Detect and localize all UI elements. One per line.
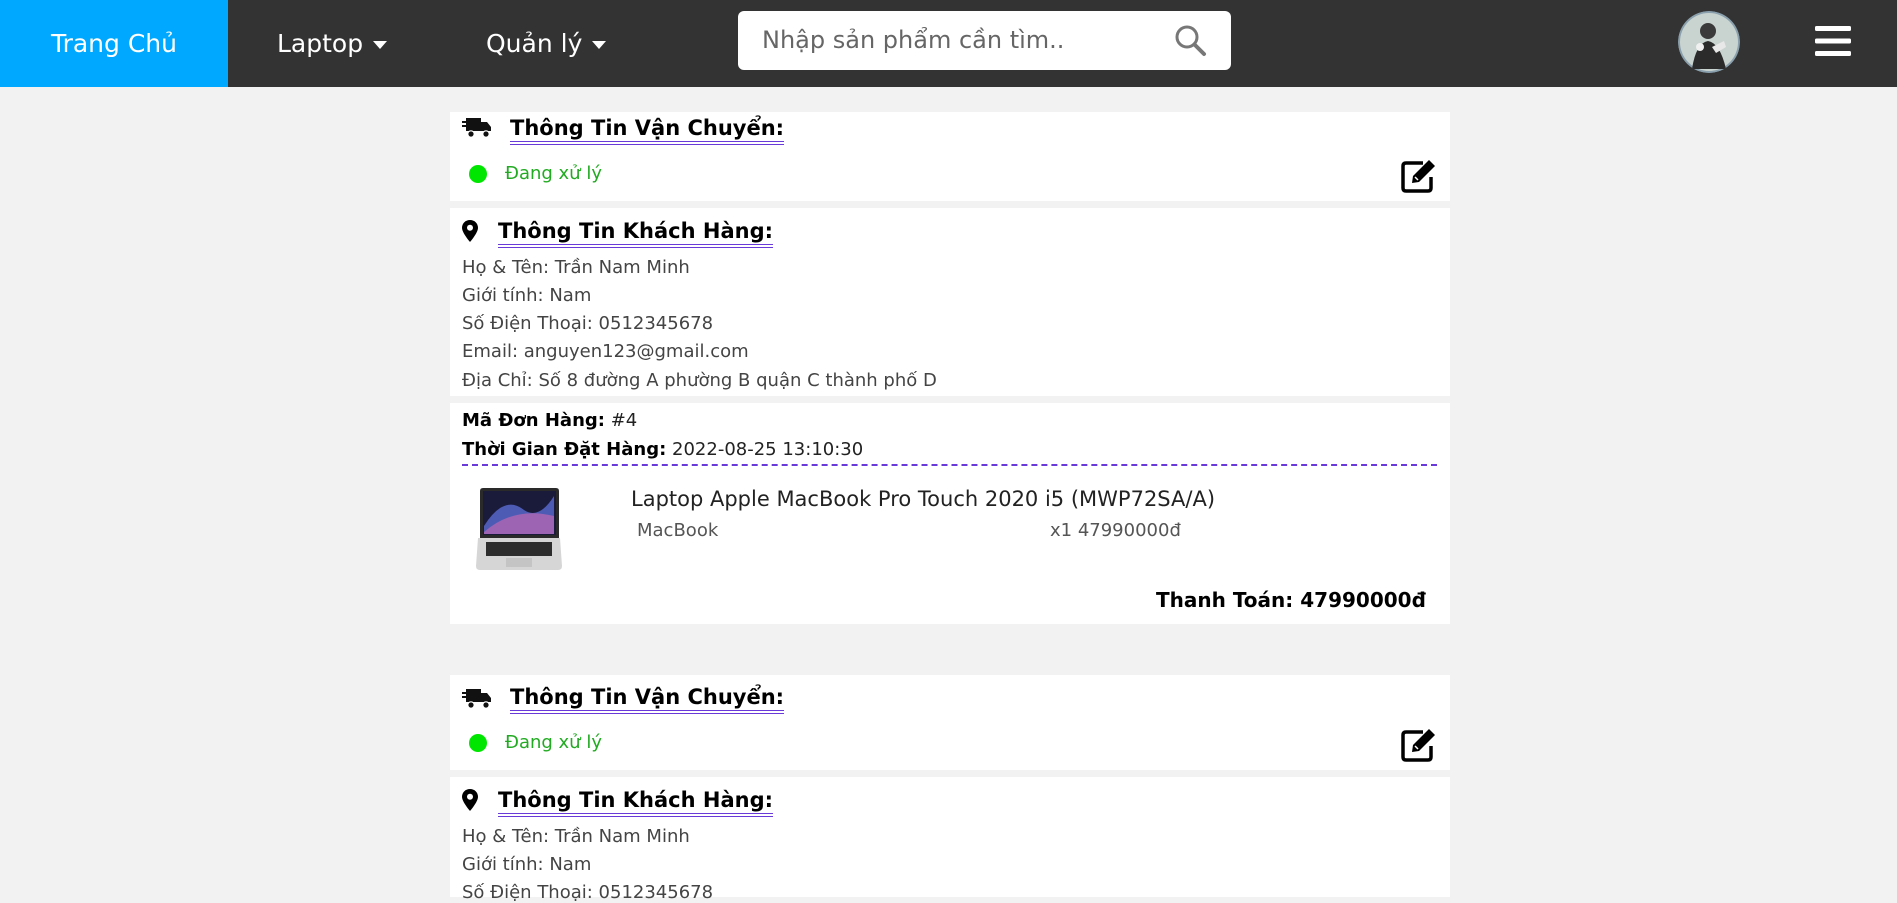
customer-phone: Số Điện Thoại: 0512345678 <box>462 882 714 903</box>
laptop-image[interactable] <box>474 486 564 576</box>
status-dot <box>469 734 487 752</box>
caret-down-icon <box>373 41 388 49</box>
status-text: Đang xử lý <box>505 732 602 753</box>
edit-icon[interactable] <box>1400 728 1438 766</box>
customer-email: Email: anguyen123@gmail.com <box>462 341 749 362</box>
shipping-title: Thông Tin Vận Chuyển: <box>510 685 785 714</box>
nav-manage-label: Quản lý <box>486 29 583 58</box>
search-input[interactable] <box>760 21 1164 59</box>
shipping-title: Thông Tin Vận Chuyển: <box>510 116 785 145</box>
nav-home[interactable]: Trang Chủ <box>0 0 228 87</box>
customer-gender: Giới tính: Nam <box>462 854 592 875</box>
status-text: Đang xử lý <box>505 163 602 184</box>
order-detail-panel: Mã Đơn Hàng: #4 Thời Gian Đặt Hàng: 2022… <box>450 403 1450 624</box>
nav-laptop-dropdown[interactable]: Laptop <box>277 0 388 87</box>
map-marker-icon <box>462 789 478 815</box>
status-dot <box>469 165 487 183</box>
customer-phone: Số Điện Thoại: 0512345678 <box>462 313 714 334</box>
customer-panel: Thông Tin Khách Hàng: Họ & Tên: Trần Nam… <box>450 208 1450 396</box>
user-avatar[interactable] <box>1678 11 1740 73</box>
order-time-value: 2022-08-25 13:10:30 <box>672 439 864 460</box>
customer-name: Họ & Tên: Trần Nam Minh <box>462 257 690 278</box>
search-icon[interactable] <box>1173 23 1207 61</box>
customer-name: Họ & Tên: Trần Nam Minh <box>462 826 690 847</box>
search-box <box>738 11 1231 70</box>
total-payment: Thanh Toán: 47990000đ <box>1156 588 1426 612</box>
order-id-value: #4 <box>610 410 638 431</box>
customer-gender: Giới tính: Nam <box>462 285 592 306</box>
shipping-panel: Thông Tin Vận Chuyển: Đang xử lý <box>450 675 1450 770</box>
nav-laptop-label: Laptop <box>277 29 364 58</box>
truck-icon <box>462 115 492 143</box>
customer-title: Thông Tin Khách Hàng: <box>498 219 774 248</box>
divider <box>462 464 1437 466</box>
truck-icon <box>462 686 492 714</box>
order-time-row: Thời Gian Đặt Hàng: 2022-08-25 13:10:30 <box>462 439 863 460</box>
product-qty-price: x1 47990000đ <box>1050 520 1181 541</box>
customer-panel: Thông Tin Khách Hàng: Họ & Tên: Trần Nam… <box>450 777 1450 903</box>
customer-title: Thông Tin Khách Hàng: <box>498 788 774 817</box>
order-time-label: Thời Gian Đặt Hàng: <box>462 439 667 460</box>
shipping-panel: Thông Tin Vận Chuyển: Đang xử lý <box>450 112 1450 201</box>
order-id-row: Mã Đơn Hàng: #4 <box>462 410 637 431</box>
customer-address: Địa Chỉ: Số 8 đường A phường B quận C th… <box>462 370 937 391</box>
edit-icon[interactable] <box>1400 159 1438 197</box>
order-id-label: Mã Đơn Hàng: <box>462 410 605 431</box>
product-name[interactable]: Laptop Apple MacBook Pro Touch 2020 i5 (… <box>631 487 1215 511</box>
product-brand: MacBook <box>637 520 719 541</box>
top-navbar: Trang Chủ Laptop Quản lý <box>0 0 1897 87</box>
nav-manage-dropdown[interactable]: Quản lý <box>486 0 607 87</box>
map-marker-icon <box>462 220 478 246</box>
hamburger-menu-icon[interactable] <box>1815 25 1851 61</box>
nav-home-label: Trang Chủ <box>50 29 177 58</box>
caret-down-icon <box>592 41 607 49</box>
